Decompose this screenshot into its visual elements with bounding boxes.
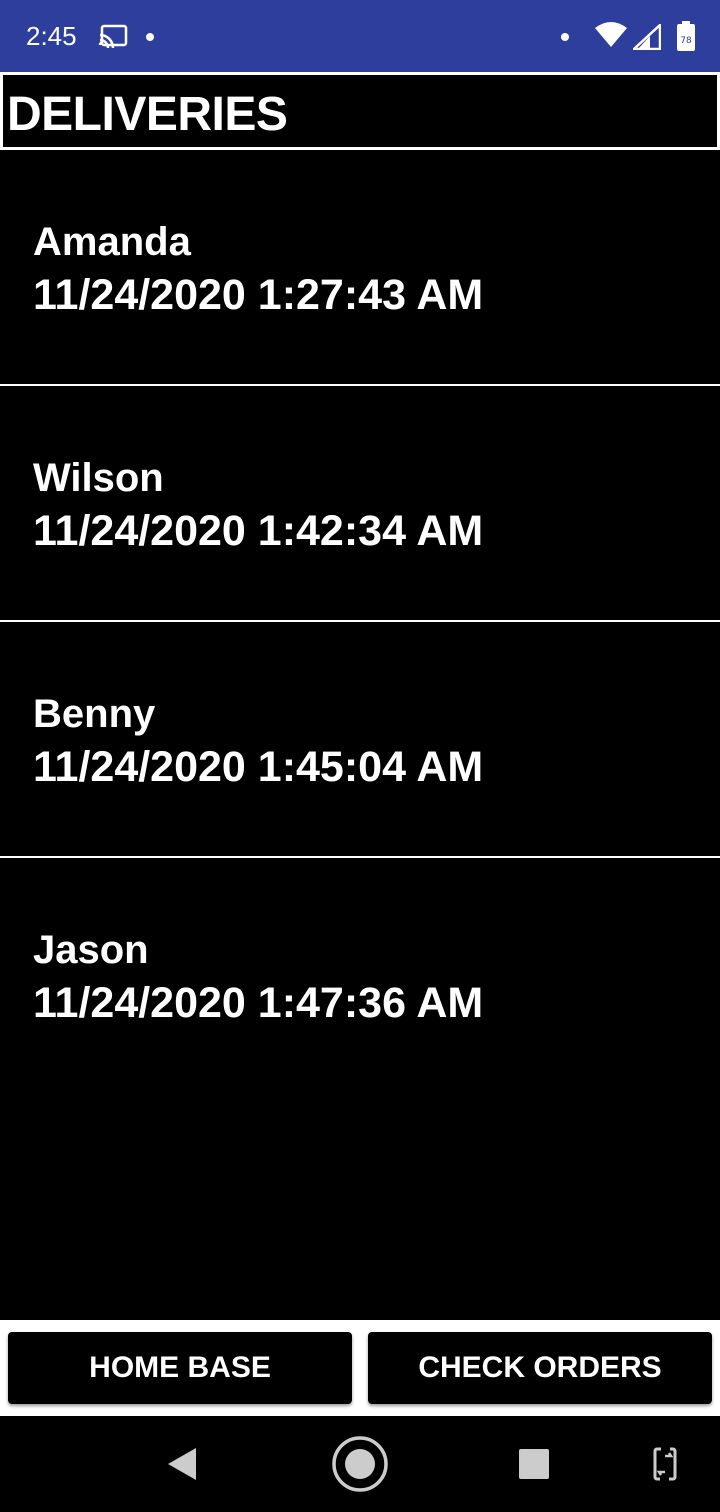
deliveries-list: Amanda 11/24/2020 1:27:43 AM Wilson 11/2… <box>0 150 720 1094</box>
delivery-name: Wilson <box>33 456 164 500</box>
button-bar: HOME BASE CHECK ORDERS <box>0 1320 720 1416</box>
back-icon[interactable] <box>166 1446 198 1487</box>
list-item[interactable]: Amanda 11/24/2020 1:27:43 AM <box>0 150 720 386</box>
header: DELIVERIES <box>0 72 720 150</box>
signal-icon <box>630 22 662 55</box>
delivery-timestamp: 11/24/2020 1:42:34 AM <box>33 507 484 555</box>
list-item[interactable]: Wilson 11/24/2020 1:42:34 AM <box>0 386 720 622</box>
home-icon[interactable] <box>331 1435 389 1498</box>
list-item[interactable]: Jason 11/24/2020 1:47:36 AM <box>0 858 720 1094</box>
page-title: DELIVERIES <box>7 88 288 141</box>
wifi-icon <box>595 22 627 53</box>
rotate-icon[interactable] <box>652 1446 678 1487</box>
battery-level: 78 <box>680 36 692 46</box>
delivery-timestamp: 11/24/2020 1:27:43 AM <box>33 271 484 319</box>
notification-dot-icon <box>146 33 154 41</box>
list-item[interactable]: Benny 11/24/2020 1:45:04 AM <box>0 622 720 858</box>
check-orders-button[interactable]: CHECK ORDERS <box>368 1332 712 1404</box>
delivery-timestamp: 11/24/2020 1:45:04 AM <box>33 743 484 791</box>
cast-icon <box>98 24 128 53</box>
delivery-name: Jason <box>33 928 149 972</box>
delivery-name: Benny <box>33 692 156 736</box>
system-nav-bar <box>0 1416 720 1512</box>
delivery-timestamp: 11/24/2020 1:47:36 AM <box>33 979 484 1027</box>
notification-dot-icon <box>561 33 569 41</box>
status-bar: 2:45 78 <box>0 0 720 72</box>
delivery-name: Amanda <box>33 220 191 264</box>
battery-icon: 78 <box>677 21 695 56</box>
home-base-button[interactable]: HOME BASE <box>8 1332 352 1404</box>
recents-icon[interactable] <box>519 1449 549 1484</box>
status-time: 2:45 <box>26 21 77 51</box>
